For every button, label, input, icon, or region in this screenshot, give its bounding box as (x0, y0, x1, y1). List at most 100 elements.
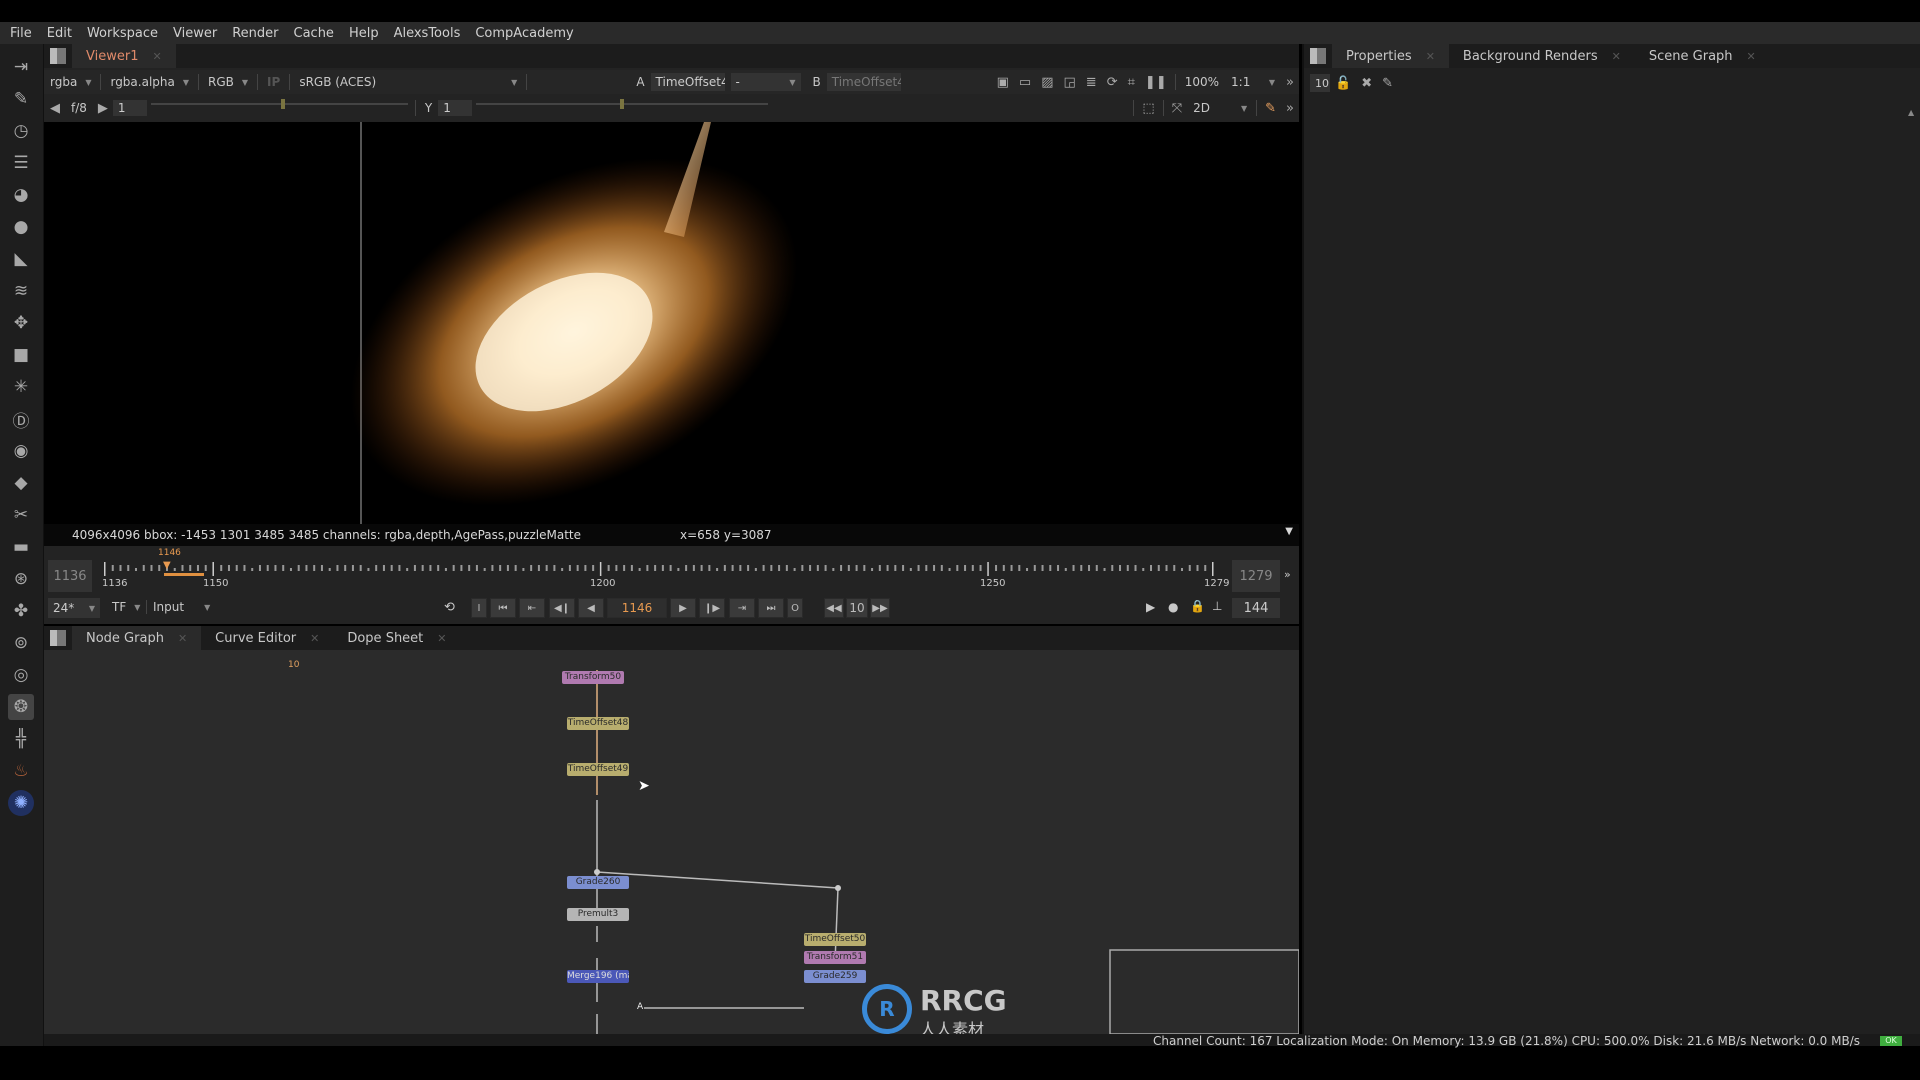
fps-dropdown[interactable]: 24* ▼ (48, 598, 100, 618)
step-back-button[interactable]: ◀❙ (549, 598, 575, 618)
playhead-icon[interactable]: ▼ (163, 560, 171, 571)
a-input-field[interactable]: TimeOffset49 (650, 73, 725, 91)
menu-render[interactable]: Render (232, 26, 278, 41)
slider-handle[interactable] (280, 99, 285, 109)
gain-field[interactable]: 1 (112, 100, 147, 116)
slider-handle[interactable] (620, 99, 625, 109)
in-frame-field[interactable]: 1136 (48, 560, 92, 592)
expand-icon[interactable]: » (1286, 101, 1294, 116)
metadata-icon[interactable]: ◆ (8, 470, 34, 496)
furnace-icon[interactable]: ⊛ (8, 566, 34, 592)
set-in-button[interactable]: I (471, 598, 487, 618)
transform-handle-icon[interactable]: ⤧ (1172, 101, 1182, 116)
gain-slider[interactable] (147, 99, 412, 117)
flipbook-icon[interactable]: ▶ (1146, 600, 1155, 614)
clear-panels-icon[interactable]: ✖ (1361, 76, 1372, 91)
panel-menu-icon[interactable] (50, 48, 66, 64)
loop-mode-icon[interactable]: ⟲ (444, 600, 455, 615)
3d-icon[interactable]: ■ (8, 342, 34, 368)
boris-icon[interactable]: ◎ (8, 662, 34, 688)
first-frame-button[interactable]: ⏮ (490, 598, 516, 618)
tab-viewer1[interactable]: Viewer1 ✕ (72, 44, 176, 68)
gizmo-icon[interactable]: ❂ (8, 694, 34, 720)
skip-back-button[interactable]: ◀◀ (824, 598, 844, 618)
set-out-button[interactable]: O (787, 598, 803, 618)
node-transform50[interactable]: Transform50 (562, 671, 624, 684)
close-icon[interactable]: ✕ (152, 50, 161, 63)
prev-fstop-icon[interactable]: ◀ (50, 101, 60, 116)
zoom-value[interactable]: 100% (1179, 75, 1225, 89)
menu-compacademy[interactable]: CompAcademy (475, 26, 573, 41)
overlay-icon[interactable]: ◲ (1063, 75, 1075, 90)
step-increment-field[interactable]: 10 (846, 598, 868, 618)
node-grade259[interactable]: Grade259 (804, 970, 866, 983)
ip-toggle[interactable]: IP (261, 75, 286, 89)
image-icon[interactable]: ⇥ (8, 54, 34, 80)
bbox-icon[interactable]: ⌗ (1128, 75, 1135, 90)
gamma-field[interactable]: 1 (438, 100, 473, 116)
node-merge196[interactable]: Merge196 (mask) (567, 970, 629, 983)
views-icon[interactable]: ◉ (8, 438, 34, 464)
node-grade260[interactable]: Grade260 (567, 876, 629, 889)
channel-icon[interactable]: ☰ (8, 150, 34, 176)
close-icon[interactable]: ✕ (1747, 50, 1756, 63)
filter-icon[interactable]: ● (8, 214, 34, 240)
current-frame-field[interactable]: 1146 (607, 598, 667, 618)
guides-icon[interactable]: ▭ (1019, 75, 1031, 90)
refresh-icon[interactable]: ⟳ (1107, 75, 1118, 90)
particles-icon[interactable]: ✳ (8, 374, 34, 400)
tab-node-graph[interactable]: Node Graph ✕ (72, 626, 202, 650)
info-toggle-icon[interactable]: ▼ (1285, 526, 1293, 537)
lock-icon[interactable]: 🔒 (1190, 599, 1205, 613)
wipe-mode-dropdown[interactable]: - ▼ (730, 73, 801, 91)
scrollbar[interactable]: ▲ (1908, 104, 1916, 1004)
panel-menu-icon[interactable] (50, 630, 66, 646)
frame-count-field[interactable]: 144 (1232, 598, 1280, 618)
close-icon[interactable]: ✕ (310, 632, 319, 645)
time-icon[interactable]: ◷ (8, 118, 34, 144)
cara-icon[interactable]: ⊚ (8, 630, 34, 656)
tab-background-renders[interactable]: Background Renders ✕ (1449, 44, 1635, 68)
out-frame-field[interactable]: 1279 (1232, 560, 1280, 592)
play-backward-button[interactable]: ◀ (578, 598, 604, 618)
fire-icon[interactable]: ♨ (8, 758, 34, 784)
colorspace-dropdown[interactable]: sRGB (ACES) ▼ (293, 75, 523, 89)
ratio-dropdown[interactable]: 1:1 ▼ (1225, 75, 1281, 89)
color-icon[interactable]: ◕ (8, 182, 34, 208)
record-icon[interactable]: ● (1168, 600, 1178, 614)
display-mode-dropdown[interactable]: RGB ▼ (202, 75, 254, 89)
b-input-field[interactable]: TimeOffset49 (826, 73, 901, 91)
node-transform51[interactable]: Transform51 (804, 951, 866, 964)
channel-display-dropdown[interactable]: rgba.alpha ▼ (104, 75, 195, 89)
checkerboard-icon[interactable]: ▨ (1041, 75, 1053, 90)
keyer-icon[interactable]: ◣ (8, 246, 34, 272)
panel-menu-icon[interactable] (1310, 48, 1326, 64)
step-forward-button[interactable]: ❙▶ (699, 598, 725, 618)
expand-icon[interactable]: » (1284, 568, 1291, 581)
close-icon[interactable]: ✕ (178, 632, 187, 645)
channels-dropdown[interactable]: rgba ▼ (44, 75, 97, 89)
compacademy-icon[interactable]: ✺ (8, 790, 34, 816)
prev-keyframe-button[interactable]: ⇤ (519, 598, 545, 618)
play-forward-button[interactable]: ▶ (670, 598, 696, 618)
draw-icon[interactable]: ✎ (8, 86, 34, 112)
node-premult3[interactable]: Premult3 (567, 908, 629, 921)
paint-icon[interactable]: ✎ (1265, 101, 1276, 116)
tf-dropdown[interactable]: TF ▼ (106, 600, 146, 614)
pause-icon[interactable]: ❚❚ (1145, 75, 1167, 90)
input-mode-dropdown[interactable]: Input ▼ (146, 600, 216, 614)
range-icon[interactable]: ⊥ (1212, 599, 1222, 613)
toolsets-icon[interactable]: ✂ (8, 502, 34, 528)
tab-dope-sheet[interactable]: Dope Sheet ✕ (333, 626, 460, 650)
menu-help[interactable]: Help (349, 26, 379, 41)
view-mode-dropdown[interactable]: 2D ▼ (1187, 101, 1253, 115)
lines-icon[interactable]: ≣ (1086, 75, 1097, 90)
gamma-slider[interactable] (472, 99, 772, 117)
menu-workspace[interactable]: Workspace (87, 26, 158, 41)
tab-scene-graph[interactable]: Scene Graph ✕ (1635, 44, 1770, 68)
transform-icon[interactable]: ✥ (8, 310, 34, 336)
scroll-up-icon[interactable]: ▲ (1908, 108, 1914, 117)
skip-forward-button[interactable]: ▶▶ (870, 598, 890, 618)
deep-icon[interactable]: Ⓓ (8, 406, 34, 432)
expand-icon[interactable]: » (1286, 75, 1294, 90)
